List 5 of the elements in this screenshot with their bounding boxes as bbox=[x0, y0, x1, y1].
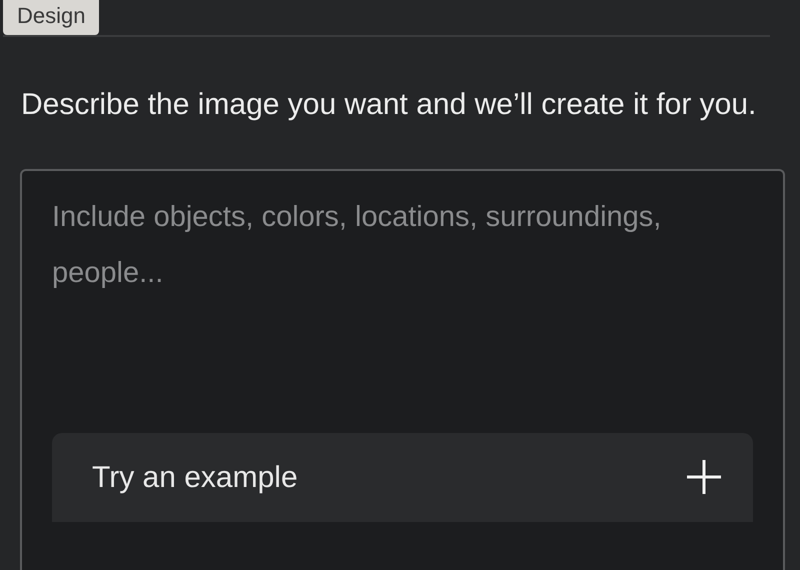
prompt-field[interactable]: Include objects, colors, locations, surroundings, people... Try an example bbox=[20, 168, 785, 570]
try-example-button[interactable]: Try an example bbox=[52, 432, 753, 522]
description-text: Describe the image you want and we’ll create it for you. bbox=[21, 86, 758, 123]
tab[interactable]: Design bbox=[3, 0, 100, 35]
plus-icon bbox=[685, 458, 723, 496]
